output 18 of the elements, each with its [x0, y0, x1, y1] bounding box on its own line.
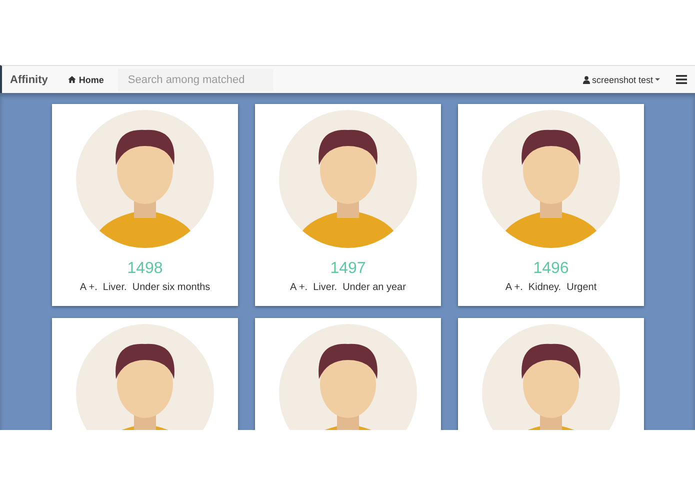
match-details: A +. Kidney. Urgent [505, 282, 597, 293]
menu-icon [676, 75, 687, 84]
brand-link[interactable]: Affinity [10, 74, 48, 86]
match-card[interactable]: 1498 A +. Liver. Under six months [52, 104, 238, 306]
match-number: 1496 [533, 260, 569, 278]
match-card[interactable]: 1497 A +. Liver. Under an year [255, 104, 441, 306]
user-menu[interactable]: screenshot test [582, 74, 660, 84]
match-details: A +. Liver. Under an year [290, 282, 406, 293]
home-link[interactable]: Home [68, 74, 104, 84]
match-number: 1497 [330, 260, 366, 278]
search-field[interactable]: Search among matched [118, 68, 273, 90]
match-card[interactable]: 1496 A +. Kidney. Urgent [458, 104, 644, 306]
user-icon [582, 76, 590, 84]
match-number: 1498 [127, 260, 163, 278]
menu-button[interactable] [676, 75, 687, 84]
home-icon [68, 76, 76, 83]
match-details: A +. Liver. Under six months [80, 282, 210, 293]
caret-icon [655, 78, 660, 81]
